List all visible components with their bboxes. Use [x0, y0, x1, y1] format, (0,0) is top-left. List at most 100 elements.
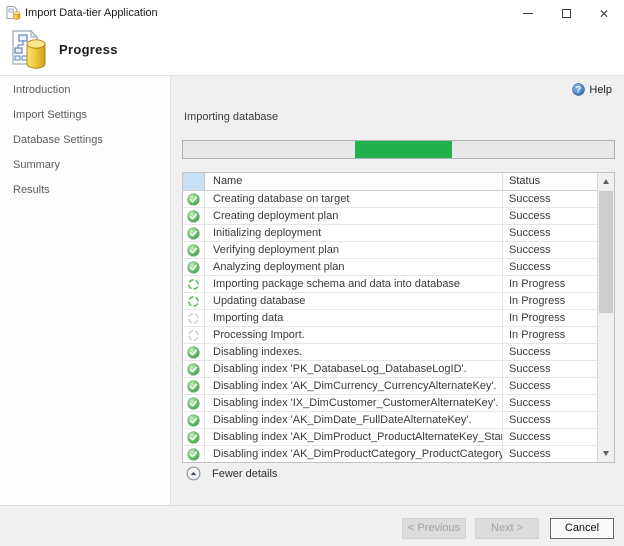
import-progress-bar: [182, 140, 615, 159]
status-column-header[interactable]: Status: [503, 173, 597, 190]
table-row[interactable]: Disabling index 'IX_DimCustomer_Customer…: [183, 395, 597, 412]
success-icon: [183, 446, 205, 462]
table-row[interactable]: Disabling index 'AK_DimDate_FullDateAlte…: [183, 412, 597, 429]
svg-text:?: ?: [576, 84, 581, 94]
task-name: Importing package schema and data into d…: [205, 276, 503, 292]
success-icon: [183, 242, 205, 258]
task-status: Success: [503, 259, 597, 275]
task-name: Creating deployment plan: [205, 208, 503, 224]
table-row[interactable]: Importing package schema and data into d…: [183, 276, 597, 293]
collapse-details-icon: [186, 466, 201, 481]
maximize-button[interactable]: [547, 1, 585, 26]
in-progress-icon: [183, 310, 205, 326]
table-header: Name Status: [183, 173, 597, 191]
task-status: Success: [503, 344, 597, 360]
table-row[interactable]: Analyzing deployment planSuccess: [183, 259, 597, 276]
task-status: Success: [503, 395, 597, 411]
wizard-header: Progress: [0, 26, 624, 75]
task-name: Disabling index 'AK_DimCurrency_Currency…: [205, 378, 503, 394]
task-status: Success: [503, 429, 597, 445]
table-row[interactable]: Creating deployment planSuccess: [183, 208, 597, 225]
table-row[interactable]: Disabling index 'AK_DimProduct_ProductAl…: [183, 429, 597, 446]
scrollbar-thumb[interactable]: [599, 191, 613, 313]
task-name: Disabling index 'IX_DimCustomer_Customer…: [205, 395, 503, 411]
window-title: Import Data-tier Application: [25, 7, 158, 19]
window-controls: ✕: [509, 1, 623, 26]
table-scrollbar[interactable]: [597, 173, 614, 462]
maximize-icon: [562, 9, 571, 18]
task-name: Analyzing deployment plan: [205, 259, 503, 275]
table-row[interactable]: Disabling index 'AK_DimProductCategory_P…: [183, 446, 597, 462]
sidebar-item-summary[interactable]: Summary: [0, 155, 170, 176]
task-name: Disabling index 'AK_DimDate_FullDateAlte…: [205, 412, 503, 428]
fewer-details-label: Fewer details: [212, 468, 277, 480]
table-row[interactable]: Disabling index 'PK_DatabaseLog_Database…: [183, 361, 597, 378]
success-icon: [183, 225, 205, 241]
table-row[interactable]: Processing Import.In Progress: [183, 327, 597, 344]
success-icon: [183, 208, 205, 224]
task-status: In Progress: [503, 327, 597, 343]
previous-button[interactable]: < Previous: [402, 518, 466, 539]
in-progress-icon: [183, 276, 205, 292]
table-row[interactable]: Updating databaseIn Progress: [183, 293, 597, 310]
page-title: Progress: [59, 42, 118, 57]
wizard-buttons: < Previous Next > Cancel: [402, 518, 614, 539]
success-icon: [183, 429, 205, 445]
task-status: Success: [503, 225, 597, 241]
progress-table-rows: Creating database on targetSuccessCreati…: [183, 191, 597, 462]
scroll-up-button[interactable]: [598, 173, 614, 190]
task-name: Verifying deployment plan: [205, 242, 503, 258]
table-row[interactable]: Initializing deploymentSuccess: [183, 225, 597, 242]
help-link[interactable]: ? Help: [572, 83, 612, 96]
success-icon: [183, 344, 205, 360]
status-icon-column-header[interactable]: [183, 173, 205, 190]
minimize-button[interactable]: [509, 1, 547, 26]
table-row[interactable]: Importing dataIn Progress: [183, 310, 597, 327]
success-icon: [183, 191, 205, 207]
minimize-icon: [523, 13, 533, 14]
sidebar-item-results[interactable]: Results: [0, 180, 170, 201]
in-progress-icon: [183, 327, 205, 343]
table-row[interactable]: Disabling indexes.Success: [183, 344, 597, 361]
task-status: Success: [503, 412, 597, 428]
cancel-button[interactable]: Cancel: [550, 518, 614, 539]
close-button[interactable]: ✕: [585, 1, 623, 26]
task-name: Disabling index 'PK_DatabaseLog_Database…: [205, 361, 503, 377]
task-name: Updating database: [205, 293, 503, 309]
sidebar-item-import-settings[interactable]: Import Settings: [0, 105, 170, 126]
next-button[interactable]: Next >: [475, 518, 539, 539]
wizard-steps-sidebar: Introduction Import Settings Database Se…: [0, 75, 170, 505]
success-icon: [183, 395, 205, 411]
help-label: Help: [589, 84, 612, 96]
data-tier-application-icon: [9, 28, 49, 72]
in-progress-icon: [183, 293, 205, 309]
task-status: In Progress: [503, 310, 597, 326]
task-name: Creating database on target: [205, 191, 503, 207]
task-status: Success: [503, 378, 597, 394]
title-bar[interactable]: Import Data-tier Application ✕: [0, 0, 624, 26]
scroll-down-button[interactable]: [598, 445, 614, 462]
task-status: Success: [503, 361, 597, 377]
success-icon: [183, 378, 205, 394]
task-status: In Progress: [503, 276, 597, 292]
task-status: Success: [503, 191, 597, 207]
table-row[interactable]: Creating database on targetSuccess: [183, 191, 597, 208]
task-status: Success: [503, 446, 597, 462]
name-column-header[interactable]: Name: [205, 173, 503, 190]
sidebar-item-introduction[interactable]: Introduction: [0, 80, 170, 101]
table-row[interactable]: Verifying deployment planSuccess: [183, 242, 597, 259]
task-status: Success: [503, 208, 597, 224]
table-row[interactable]: Disabling index 'AK_DimCurrency_Currency…: [183, 378, 597, 395]
task-name: Importing data: [205, 310, 503, 326]
progress-marquee-block: [355, 141, 452, 158]
close-icon: ✕: [599, 8, 609, 20]
progress-detail-table: Name Status Creating database on targetS…: [182, 172, 615, 463]
success-icon: [183, 412, 205, 428]
fewer-details-toggle[interactable]: Fewer details: [186, 466, 277, 481]
task-name: Disabling indexes.: [205, 344, 503, 360]
task-name: Disabling index 'AK_DimProduct_ProductAl…: [205, 429, 503, 445]
task-name: Disabling index 'AK_DimProductCategory_P…: [205, 446, 503, 462]
sidebar-item-database-settings[interactable]: Database Settings: [0, 130, 170, 151]
success-icon: [183, 259, 205, 275]
success-icon: [183, 361, 205, 377]
